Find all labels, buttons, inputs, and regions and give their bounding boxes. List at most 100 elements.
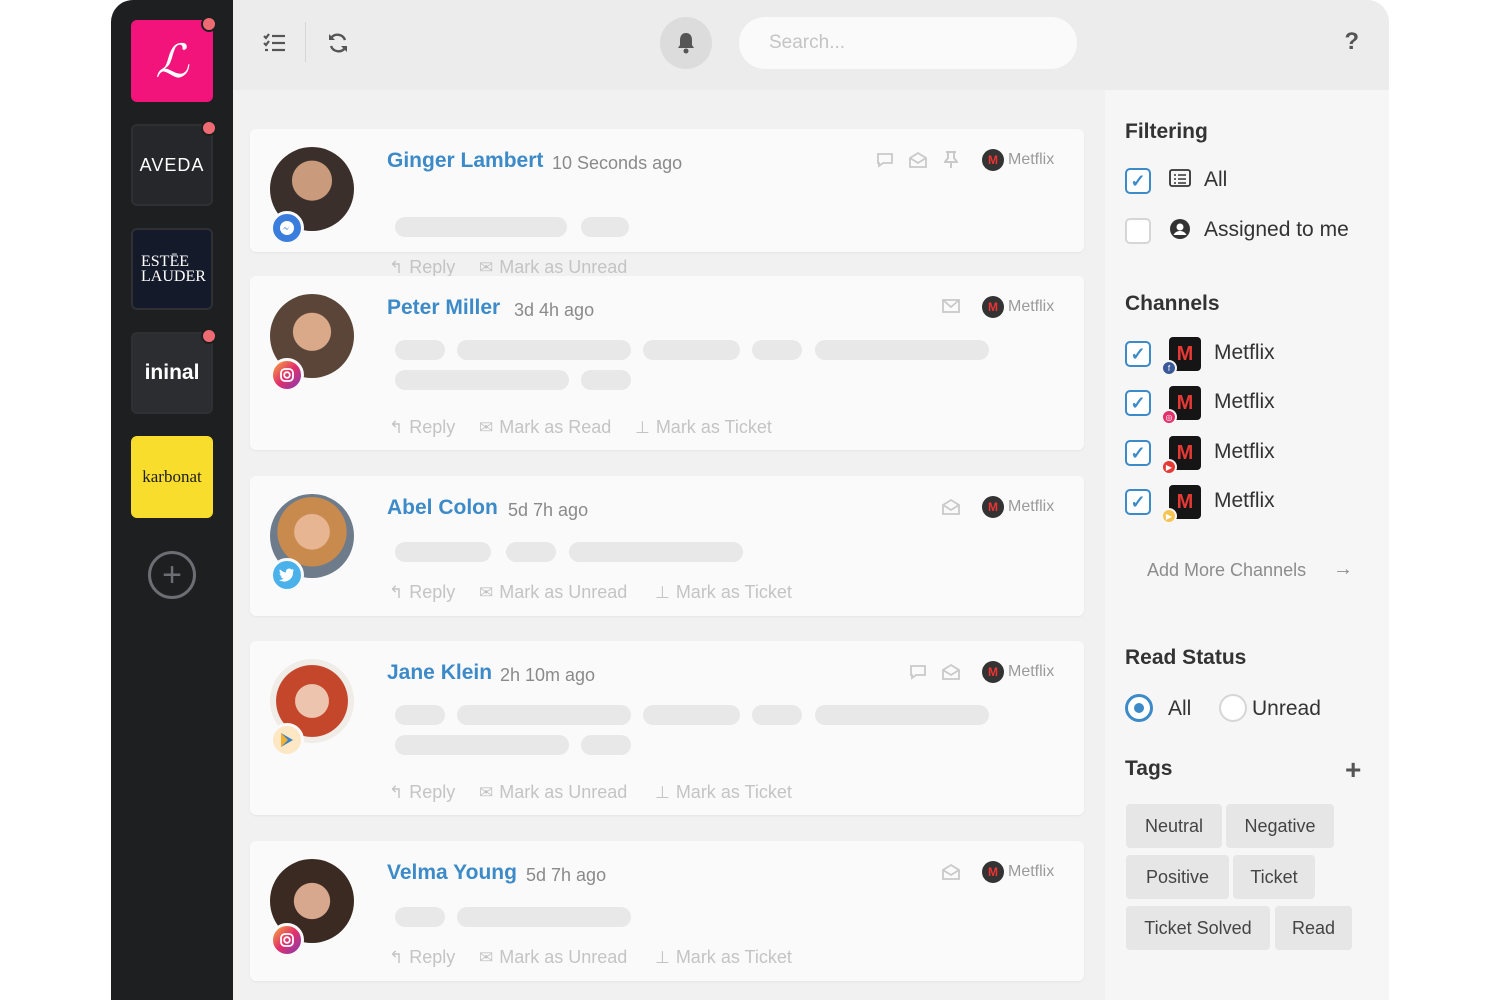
read-status-all-label[interactable]: All: [1168, 697, 1191, 721]
brand-aveda[interactable]: AVEDA: [131, 120, 217, 206]
notification-dot: [201, 16, 217, 32]
pin-icon: ⊥: [655, 948, 670, 967]
reply-action[interactable]: ↰ Reply: [389, 257, 455, 278]
brand-estee-lauder[interactable]: ESTĒE LAUDER: [131, 228, 213, 310]
search-input[interactable]: [739, 17, 1077, 69]
text-placeholder: [457, 340, 631, 360]
channel-label[interactable]: Metflix: [1214, 489, 1275, 513]
text-placeholder: [581, 217, 629, 237]
reply-action[interactable]: ↰ Reply: [389, 417, 455, 438]
text-placeholder: [395, 542, 491, 562]
channel-label[interactable]: Metflix: [1214, 341, 1275, 365]
sender-name[interactable]: Ginger Lambert: [387, 149, 543, 173]
pin-icon: ⊥: [635, 418, 650, 437]
channel-checkbox[interactable]: ✓: [1125, 390, 1151, 416]
text-placeholder: [569, 542, 743, 562]
add-more-channels-link[interactable]: Add More Channels: [1147, 560, 1306, 581]
tag-chip[interactable]: Read: [1275, 906, 1352, 950]
filtering-heading: Filtering: [1125, 120, 1208, 143]
text-placeholder: [643, 340, 740, 360]
action-label: Mark as Unread: [499, 257, 628, 277]
brand-tag: M Metflix: [982, 149, 1054, 171]
mark-ticket-action[interactable]: ⊥ Mark as Ticket: [655, 782, 792, 803]
mark-ticket-action[interactable]: ⊥ Mark as Ticket: [655, 947, 792, 968]
metflix-logo-icon: M: [982, 661, 1004, 683]
read-status-all-radio[interactable]: [1125, 694, 1153, 722]
message-card[interactable]: Abel Colon 5d 7h ago M Metflix ↰ Reply ✉ M…: [250, 476, 1084, 616]
message-card[interactable]: Jane Klein 2h 10m ago M Metflix ↰ Reply ✉…: [250, 641, 1084, 815]
action-label: Mark as Unread: [499, 582, 628, 602]
mark-unread-action[interactable]: ✉ Mark as Unread: [479, 947, 627, 968]
message-card[interactable]: Peter Miller 3d 4h ago M Metflix ↰ Reply …: [250, 276, 1084, 450]
mark-unread-action[interactable]: ✉ Mark as Unread: [479, 257, 627, 278]
text-placeholder: [643, 705, 740, 725]
refresh-icon[interactable]: [325, 30, 351, 56]
sender-name[interactable]: Abel Colon: [387, 496, 498, 520]
text-placeholder: [395, 907, 445, 927]
comment-icon[interactable]: [908, 663, 928, 686]
reply-action[interactable]: ↰ Reply: [389, 782, 455, 803]
tag-chip[interactable]: Ticket Solved: [1126, 906, 1270, 950]
filter-panel: Filtering ✓ All ✓ Assigned to me Channel…: [1105, 90, 1389, 1000]
envelope-open-icon[interactable]: [941, 498, 961, 521]
help-button[interactable]: ?: [1344, 28, 1359, 56]
tag-chip[interactable]: Positive: [1126, 855, 1229, 899]
sender-name[interactable]: Jane Klein: [387, 661, 492, 685]
brand-l[interactable]: ℒ: [131, 16, 217, 102]
message-card[interactable]: Ginger Lambert 10 Seconds ago M Metflix …: [250, 129, 1084, 277]
brand-sidebar: ℒ AVEDA ESTĒE LAUDER ininal karbonat +: [111, 0, 233, 1000]
mark-unread-action[interactable]: ✉ Mark as Unread: [479, 782, 627, 803]
reply-action[interactable]: ↰ Reply: [389, 582, 455, 603]
channel-checkbox[interactable]: ✓: [1125, 341, 1151, 367]
action-label: Reply: [409, 582, 456, 602]
notification-bell-button[interactable]: [660, 17, 712, 69]
reply-action[interactable]: ↰ Reply: [389, 947, 455, 968]
checklist-icon[interactable]: [261, 30, 287, 56]
add-tag-button[interactable]: +: [1345, 754, 1361, 786]
mark-ticket-action[interactable]: ⊥ Mark as Ticket: [655, 582, 792, 603]
envelope-icon[interactable]: [941, 298, 961, 319]
mark-unread-action[interactable]: ✉ Mark as Unread: [479, 582, 627, 603]
tag-chip[interactable]: Ticket: [1233, 855, 1315, 899]
brand-karbonat[interactable]: karbonat: [131, 436, 213, 518]
add-brand-button[interactable]: +: [148, 551, 196, 599]
envelope-open-icon[interactable]: [941, 863, 961, 886]
channel-label[interactable]: Metflix: [1214, 390, 1275, 414]
mark-read-action[interactable]: ✉ Mark as Read: [479, 417, 611, 438]
action-label: Reply: [409, 257, 456, 277]
read-status-unread-label[interactable]: Unread: [1252, 697, 1321, 721]
message-time: 10 Seconds ago: [552, 153, 683, 173]
pin-icon[interactable]: [943, 151, 959, 174]
metflix-logo-icon: M: [982, 861, 1004, 883]
pin-icon: ⊥: [655, 783, 670, 802]
text-placeholder: [506, 542, 556, 562]
action-label: Reply: [409, 782, 456, 802]
envelope-open-icon[interactable]: [908, 151, 928, 174]
text-placeholder: [815, 340, 989, 360]
pin-icon: ⊥: [655, 583, 670, 602]
tag-chip[interactable]: Negative: [1226, 804, 1334, 848]
text-placeholder: [395, 705, 445, 725]
envelope-open-icon[interactable]: [941, 663, 961, 686]
channel-checkbox[interactable]: ✓: [1125, 440, 1151, 466]
sender-name[interactable]: Peter Miller: [387, 296, 500, 320]
sender-name[interactable]: Velma Young: [387, 861, 517, 885]
filter-assigned-checkbox[interactable]: ✓: [1125, 218, 1151, 244]
action-label: Mark as Ticket: [675, 782, 792, 802]
read-status-unread-radio[interactable]: [1219, 694, 1247, 722]
filter-assigned-label[interactable]: Assigned to me: [1204, 218, 1349, 242]
tag-chip[interactable]: Neutral: [1126, 804, 1222, 848]
filter-all-label[interactable]: All: [1204, 168, 1227, 192]
comment-icon[interactable]: [875, 151, 895, 174]
message-card[interactable]: Velma Young 5d 7h ago M Metflix ↰ Reply ✉…: [250, 841, 1084, 981]
action-label: Reply: [409, 947, 456, 967]
channel-checkbox[interactable]: ✓: [1125, 489, 1151, 515]
play-store-icon: [270, 723, 304, 757]
mark-ticket-action[interactable]: ⊥ Mark as Ticket: [635, 417, 772, 438]
instagram-icon: [270, 358, 304, 392]
brand-ininal[interactable]: ininal: [131, 328, 217, 414]
filter-all-checkbox[interactable]: ✓: [1125, 168, 1151, 194]
channel-label[interactable]: Metflix: [1214, 440, 1275, 464]
brand-tag-label: Metflix: [1008, 498, 1055, 515]
arrow-right-icon[interactable]: →: [1333, 558, 1353, 581]
